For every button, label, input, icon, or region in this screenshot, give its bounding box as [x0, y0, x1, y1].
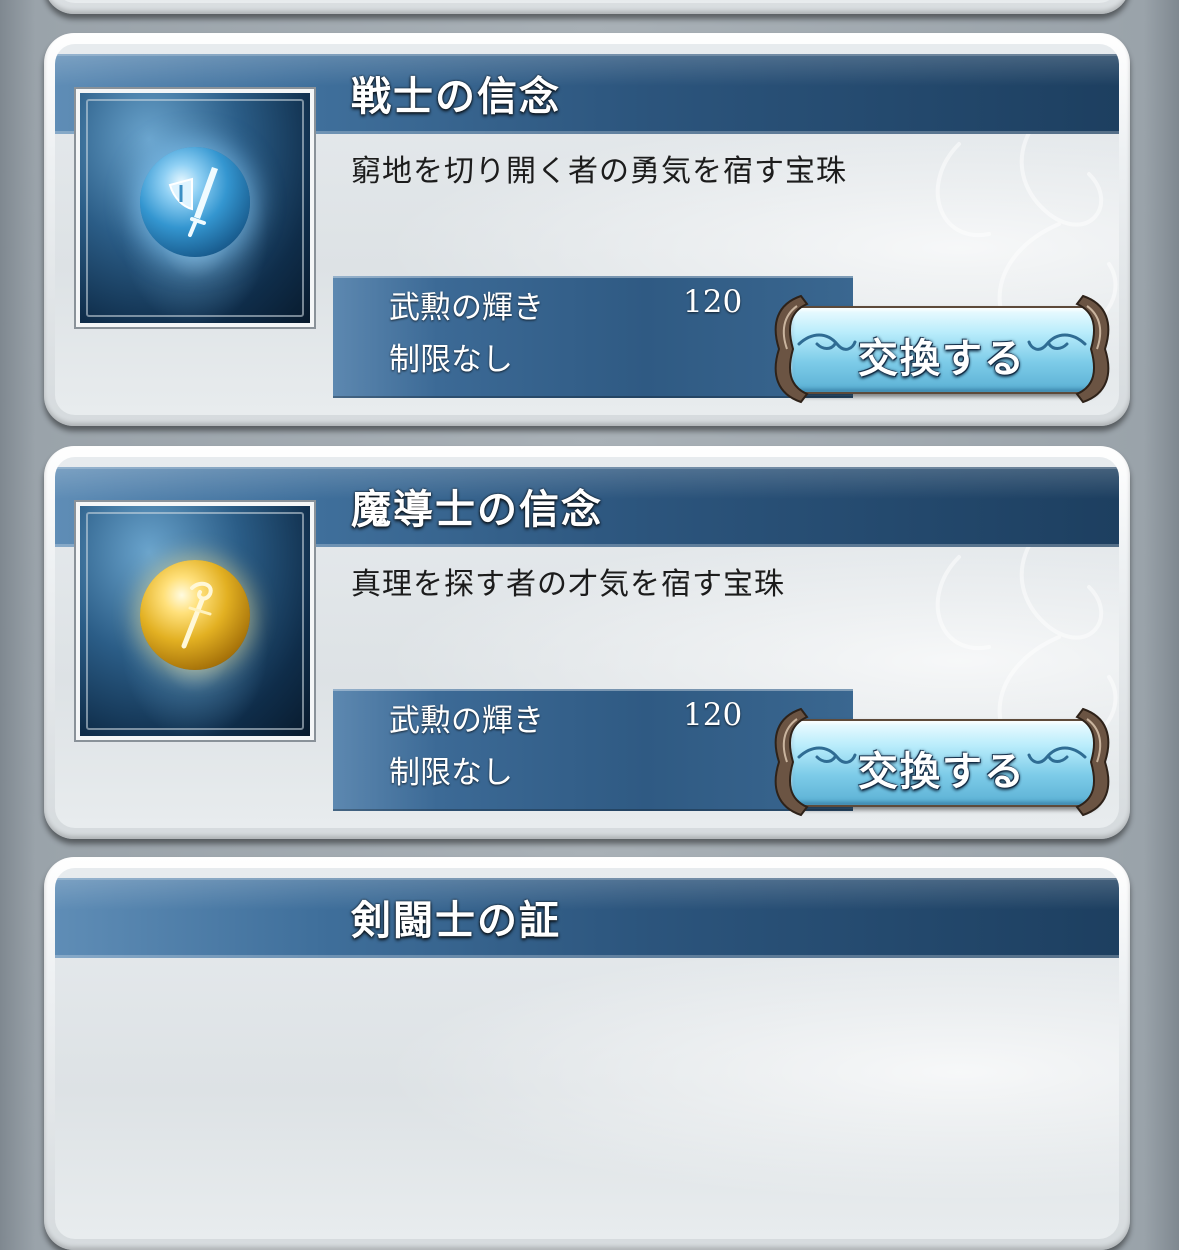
card-inner: 戦士の信念 窮地を切り開く者の勇気を宿す宝珠 武勲の輝き 120 制限なし 交換… — [55, 44, 1119, 415]
card-inner — [55, 0, 1119, 3]
cost-amount: 120 — [683, 284, 743, 320]
shop-item-card: 戦士の信念 窮地を切り開く者の勇気を宿す宝珠 武勲の輝き 120 制限なし 交換… — [44, 33, 1130, 426]
item-description: 窮地を切り開く者の勇気を宿す宝珠 — [351, 154, 847, 189]
item-description: 真理を探す者の才気を宿す宝珠 — [351, 567, 785, 602]
exchange-button[interactable]: 交換する — [767, 294, 1117, 404]
cost-currency-label: 武勲の輝き — [389, 290, 544, 326]
item-title: 剣闘士の証 — [351, 898, 561, 944]
item-header-band — [55, 878, 1119, 958]
orb-icon — [140, 147, 250, 257]
cost-amount: 120 — [683, 697, 743, 733]
item-title: 魔導士の信念 — [351, 487, 603, 533]
staff-icon — [181, 581, 213, 649]
exchange-button-label: 交換する — [858, 749, 1026, 795]
exchange-button[interactable]: 交換する — [767, 707, 1117, 817]
warrior-orb-icon — [74, 87, 316, 329]
card-inner: 剣闘士の証 — [55, 868, 1119, 1239]
mage-orb-icon — [74, 500, 316, 742]
shop-item-card: 剣闘士の証 — [44, 857, 1130, 1250]
orb-icon — [140, 560, 250, 670]
exchange-button-label: 交換する — [858, 336, 1026, 382]
cost-currency-label: 武勲の輝き — [389, 703, 544, 739]
shop-item-card-previous — [44, 0, 1130, 14]
exchange-limit-label: 制限なし — [389, 342, 513, 378]
shop-item-card: 魔導士の信念 真理を探す者の才気を宿す宝珠 武勲の輝き 120 制限なし 交換す… — [44, 446, 1130, 839]
item-title: 戦士の信念 — [351, 74, 561, 120]
exchange-limit-label: 制限なし — [389, 755, 513, 791]
shield-sword-icon — [168, 167, 218, 237]
card-inner: 魔導士の信念 真理を探す者の才気を宿す宝珠 武勲の輝き 120 制限なし 交換す… — [55, 457, 1119, 828]
